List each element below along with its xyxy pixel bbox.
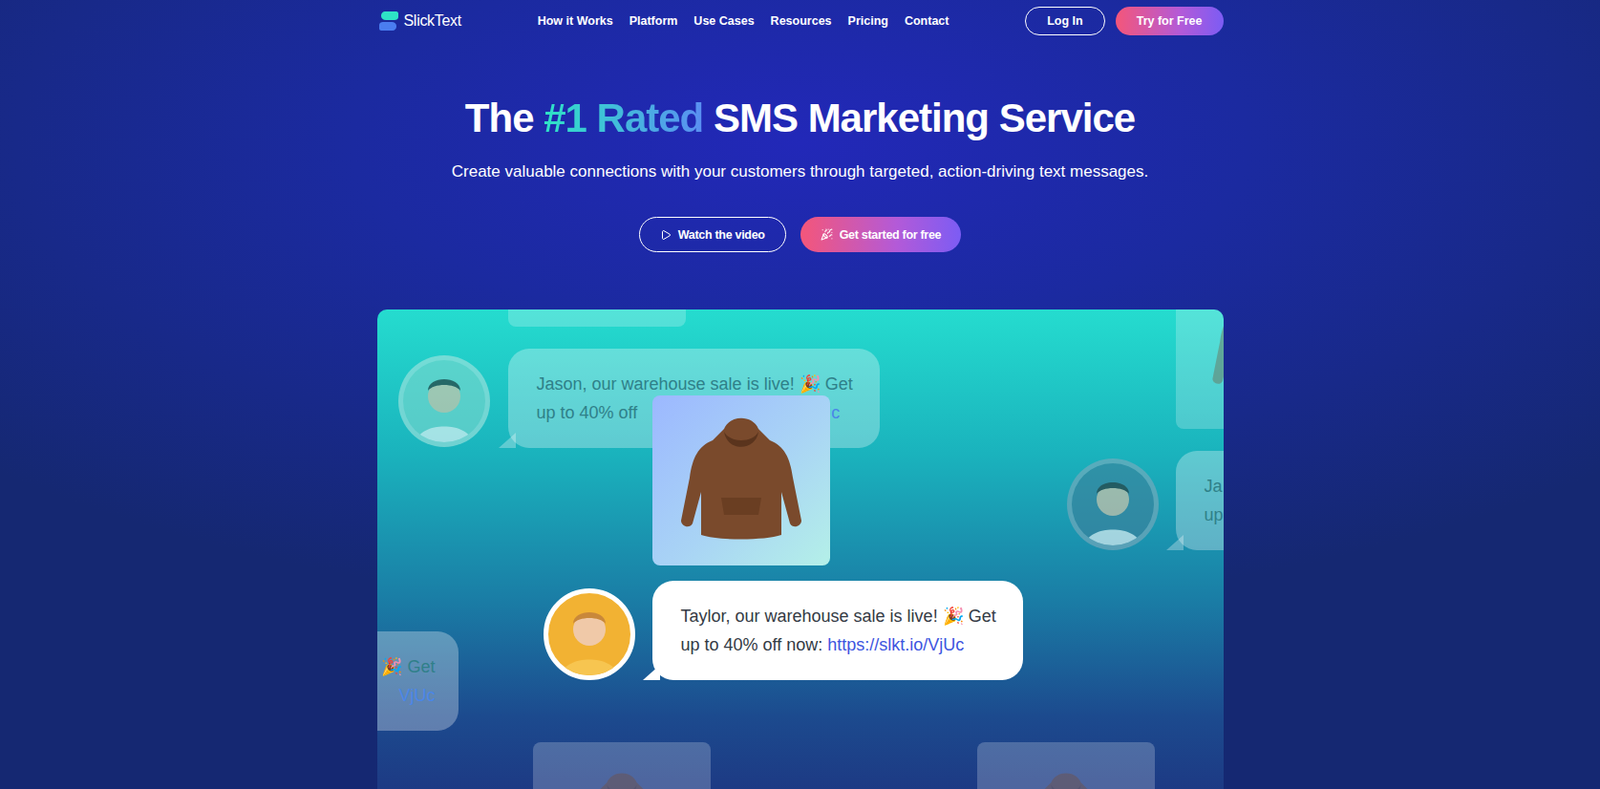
message-bubble: Jaup [1175, 450, 1224, 551]
login-button[interactable]: Log In [1024, 6, 1106, 36]
hero-subtitle: Create valuable connections with your cu… [451, 160, 1150, 184]
message-line: Jason, our warehouse sale is live! 🎉 Get [536, 369, 854, 399]
message-line: Taylor, our warehouse sale is live! 🎉 Ge… [681, 601, 997, 631]
nav-link[interactable]: Resources [770, 14, 832, 28]
nav-link[interactable]: Use Cases [693, 14, 754, 28]
get-started-button[interactable]: Get started for free [800, 216, 962, 253]
message-line: Ja [1204, 471, 1223, 501]
title-highlight: #1 Rated [543, 95, 704, 141]
hoodie-icon [669, 408, 813, 553]
product-card [652, 395, 831, 566]
brand-logo[interactable]: SlickText [377, 9, 462, 33]
logo-icon [377, 9, 401, 33]
nav-link[interactable]: Platform [629, 14, 679, 28]
hoodie-icon [1202, 309, 1224, 406]
contact-avatar [1066, 458, 1159, 551]
product-card [533, 742, 711, 789]
message-line: up [1204, 500, 1224, 530]
message-bubble: 🎉 GetVjUc [377, 631, 459, 731]
person-icon [555, 602, 623, 676]
nav-link[interactable]: Pricing [848, 14, 889, 28]
brand-name[interactable]: SlickText [404, 12, 462, 30]
try-free-button[interactable]: Try for Free [1115, 6, 1224, 36]
page: SlickText How it Works Platform Use Cases Re… [0, 0, 1600, 789]
nav-link[interactable]: Contact [904, 14, 950, 28]
contact-avatar [398, 355, 491, 448]
message-line: VjUc [398, 681, 435, 710]
hoodie-icon [559, 765, 684, 789]
party-popper-icon [820, 228, 833, 241]
watch-video-button[interactable]: Watch the video [639, 216, 787, 253]
hero-buttons: Watch the video Get started for free [639, 216, 961, 253]
message-line: 🎉 Get [381, 652, 435, 682]
nav-links: How it Works Platform Use Cases Resources Pr… [537, 14, 950, 28]
message-link[interactable]: https://slkt.io/VjUc [827, 630, 964, 660]
person-icon [1079, 472, 1147, 546]
hero: The #1 Rated SMS Marketing Service Create… [377, 42, 1224, 789]
product-card [508, 309, 686, 327]
top-nav: SlickText How it Works Platform Use Cases Re… [377, 0, 1224, 43]
hero-title: The #1 Rated SMS Marketing Service [465, 94, 1135, 143]
nav-actions: Log In Try for Free [1024, 6, 1223, 36]
product-card [977, 742, 1155, 789]
person-icon [410, 369, 478, 443]
hoodie-icon [1003, 765, 1129, 789]
contact-avatar [543, 588, 636, 681]
message-showcase: Jason, our warehouse sale is live! 🎉 Get… [377, 309, 1224, 789]
nav-link[interactable]: How it Works [537, 14, 614, 28]
message-link[interactable]: VjUc [398, 681, 435, 710]
play-icon [660, 229, 672, 241]
message-bubble: Taylor, our warehouse sale is live! 🎉 Ge… [652, 580, 1024, 681]
message-line: up to 40% off now: https://slkt.io/VjUc [681, 630, 965, 660]
product-card [1175, 309, 1224, 429]
